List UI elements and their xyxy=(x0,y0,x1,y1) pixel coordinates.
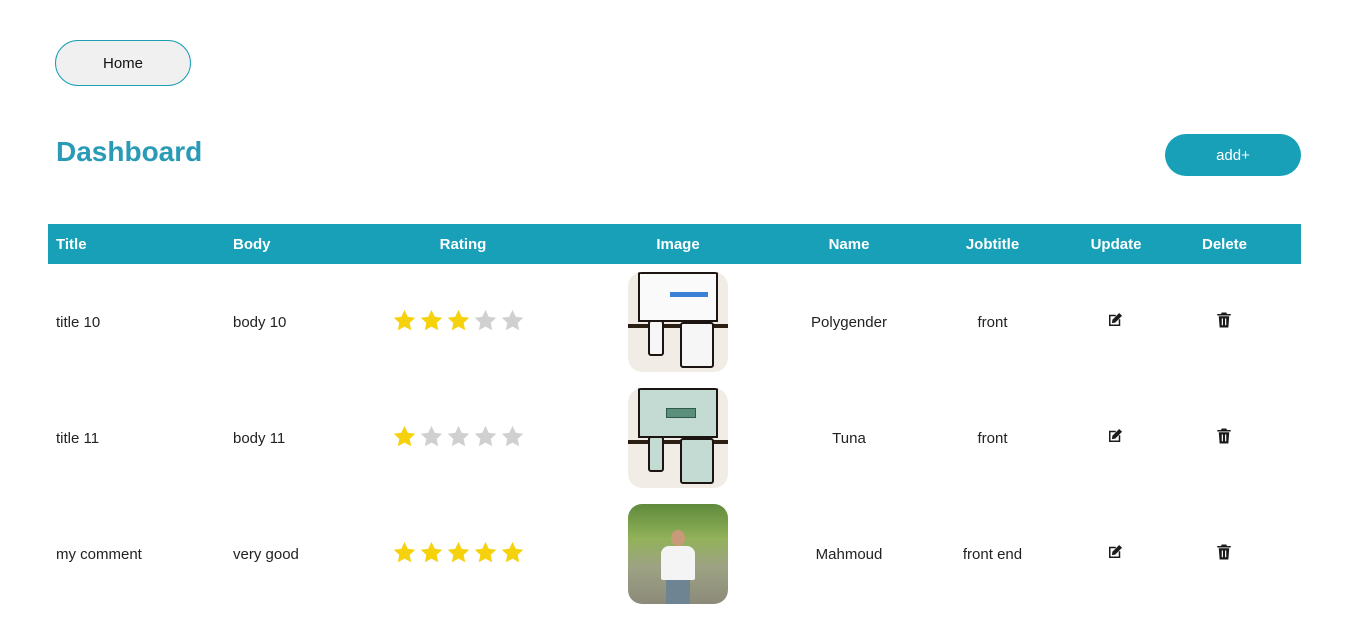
page-title: Dashboard xyxy=(56,136,203,167)
star-rating xyxy=(392,540,525,565)
star-icon xyxy=(446,424,471,449)
cell-jobtitle: front xyxy=(977,313,1008,331)
table-row: title 10 body 10 Polygender front xyxy=(48,264,1301,380)
cell-name: Polygender xyxy=(811,313,887,331)
cell-rating xyxy=(367,496,559,612)
cell-image xyxy=(559,380,797,496)
star-icon xyxy=(392,540,417,565)
cell-rating xyxy=(367,264,559,380)
star-icon xyxy=(446,540,471,565)
page: Home Dashboard add+ Title Body Rating Im… xyxy=(0,0,1349,638)
cell-title: title 11 xyxy=(56,429,100,447)
cell-rating xyxy=(367,380,559,496)
star-rating xyxy=(392,308,525,333)
cell-title: title 10 xyxy=(56,313,101,331)
edit-icon[interactable] xyxy=(1106,427,1126,447)
trash-icon[interactable] xyxy=(1215,543,1235,563)
column-header-jobtitle: Jobtitle xyxy=(965,235,1020,253)
column-header-rating: Rating xyxy=(439,235,487,253)
column-header-delete: Delete xyxy=(1201,235,1248,253)
row-thumbnail xyxy=(628,272,728,372)
cell-title: my comment xyxy=(56,545,142,563)
cell-jobtitle: front xyxy=(977,429,1008,447)
cell-update xyxy=(1084,380,1148,496)
star-icon xyxy=(419,424,444,449)
star-icon xyxy=(446,308,471,333)
star-icon xyxy=(392,424,417,449)
star-icon xyxy=(473,540,498,565)
trash-icon[interactable] xyxy=(1215,427,1235,447)
star-icon xyxy=(500,424,525,449)
cell-name: Tuna xyxy=(832,429,866,447)
table-row: my comment very good Mahmoud front end xyxy=(48,496,1301,612)
star-icon xyxy=(392,308,417,333)
table-row: title 11 body 11 Tuna front xyxy=(48,380,1301,496)
column-header-image: Image xyxy=(656,235,700,253)
cell-delete xyxy=(1148,380,1301,496)
cell-delete xyxy=(1148,264,1301,380)
table-header-row: Title Body Rating Image Name Jobtitle Up… xyxy=(48,224,1301,264)
dashboard-table: Title Body Rating Image Name Jobtitle Up… xyxy=(48,224,1301,612)
column-header-name: Name xyxy=(828,235,870,253)
cell-update xyxy=(1084,264,1148,380)
add-button[interactable]: add+ xyxy=(1165,134,1301,176)
row-thumbnail xyxy=(628,388,728,488)
edit-icon[interactable] xyxy=(1106,311,1126,331)
column-header-update: Update xyxy=(1090,235,1142,253)
cell-body: body 10 xyxy=(233,313,287,331)
star-icon xyxy=(473,308,498,333)
star-icon xyxy=(473,424,498,449)
cell-image xyxy=(559,264,797,380)
row-thumbnail xyxy=(628,504,728,604)
edit-icon[interactable] xyxy=(1106,543,1126,563)
column-header-body: Body xyxy=(233,235,271,253)
star-icon xyxy=(419,540,444,565)
cell-name: Mahmoud xyxy=(815,545,883,563)
star-icon xyxy=(500,308,525,333)
star-icon xyxy=(500,540,525,565)
column-header-title: Title xyxy=(56,235,87,253)
cell-delete xyxy=(1148,496,1301,612)
cell-image xyxy=(559,496,797,612)
cell-body: very good xyxy=(233,545,299,563)
star-icon xyxy=(419,308,444,333)
cell-body: body 11 xyxy=(233,429,286,447)
star-rating xyxy=(392,424,525,449)
cell-update xyxy=(1084,496,1148,612)
home-button[interactable]: Home xyxy=(55,40,191,86)
cell-jobtitle: front end xyxy=(962,545,1023,563)
trash-icon[interactable] xyxy=(1215,311,1235,331)
